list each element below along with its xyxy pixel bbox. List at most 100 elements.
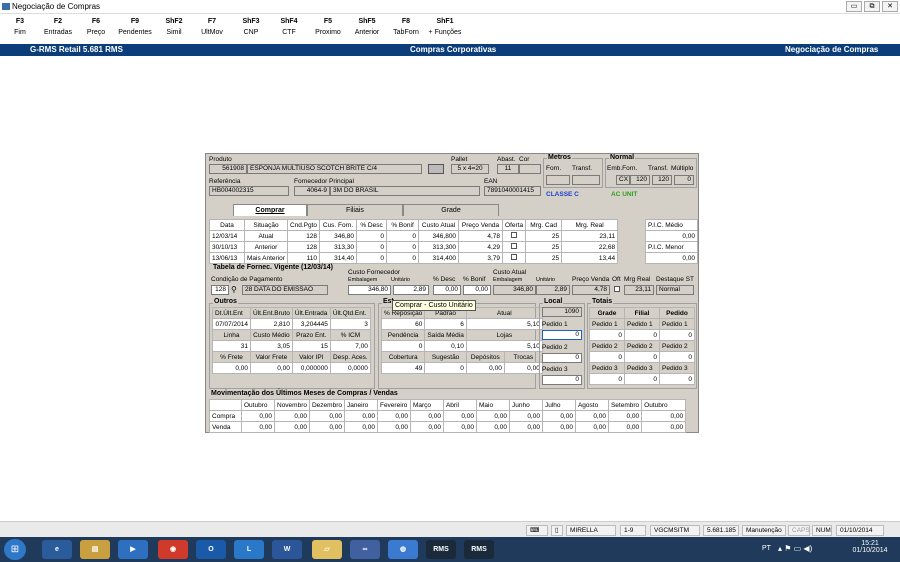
fornecedor-codigo[interactable]: 4064-9 [294,186,330,196]
cond-field[interactable]: 128 [211,285,229,295]
emb-un[interactable]: CX [616,175,630,185]
fkey-pendentes[interactable]: F9 Pendentes [115,16,155,38]
venda-row: Venda 0,00 0,00 0,00 0,00 0,00 0,00 0,00 0,00 0,… [209,421,687,433]
local-pedido2-input[interactable]: 0 [542,353,582,363]
outlook-icon[interactable]: O [196,540,226,559]
table-row[interactable]: 30/10/13 Anterior 128 313,30 0 0 313,300 4,29 25… [209,241,619,253]
chrome-icon[interactable]: ◉ [158,540,188,559]
fkey-fim[interactable]: F3 Fim [0,16,40,38]
truck-icon[interactable] [428,164,444,174]
tray-icons[interactable]: ▴ ⚑ ▭ ◀) [778,544,812,553]
mrg-real-field[interactable]: 23,11 [624,285,654,295]
oferta-checkbox-cell[interactable] [502,230,527,242]
pallet-field[interactable]: 5 x 4=20 [451,164,489,174]
oferta-checkbox[interactable] [511,243,518,249]
cond-label: Condição de Pagamento [211,276,283,283]
bonif-field[interactable]: 0,00 [463,285,491,295]
cond-desc[interactable]: 28 DATA DO EMISSAO [242,285,328,295]
cell: Custo Médio [250,329,293,341]
app-icon-globe[interactable]: ◍ [388,540,418,559]
table-row[interactable]: 13/06/13 Mais Anterior 110 314,40 0 0 314,400 3… [209,252,619,264]
metros-transf-field[interactable] [572,175,600,185]
rms-app-1[interactable]: RMS [426,540,456,559]
minimize-button[interactable]: ▭ [846,1,862,12]
local-pedido1-input[interactable]: 0 [542,330,582,340]
metros-forn-field[interactable] [546,175,570,185]
maximize-button[interactable]: ⧉ [864,1,880,12]
cell: 60 [380,318,426,330]
cell: 0,00 [308,410,345,422]
app-icon-infinity[interactable]: ∞ [350,540,380,559]
folder-icon[interactable]: ▱ [312,540,342,559]
oferta-checkbox-cell[interactable] [502,241,527,253]
preco-venda-field[interactable]: 4,78 [572,285,610,295]
cell: Fevereiro [376,399,411,411]
clock[interactable]: 15:21 01/10/2014 [850,540,890,554]
custo-atual-unit[interactable]: 2,89 [536,285,570,295]
word-icon[interactable]: W [272,540,302,559]
fkey-preco[interactable]: F6 Preço [76,16,116,38]
emb-forn-field[interactable]: 120 [630,175,650,185]
custo-atual-emb[interactable]: 346,80 [493,285,536,295]
cell: 0,00 [409,410,444,422]
media-icon[interactable]: ▶ [118,540,148,559]
cell: Sugestão [424,351,467,363]
start-button[interactable]: ⊞ [4,539,26,560]
fkey-anterior[interactable]: ShF5 Anterior [347,16,387,38]
fkey-mais-funcoes[interactable]: ShF1 + Funções [425,16,465,38]
oferta-checkbox-cell[interactable] [502,252,527,264]
oferta-checkbox[interactable] [511,232,518,238]
fkey-ultmov[interactable]: F7 UltMov [192,16,232,38]
oferta-checkbox[interactable] [511,254,518,260]
produto-descricao[interactable]: ESPONJA MULTIUSO SCOTCH BRITE C/4 [247,164,422,174]
abast-field[interactable]: 11 [497,164,519,174]
fkey-entradas[interactable]: F2 Entradas [38,16,78,38]
cell: 313,30 [319,241,358,253]
ean-field[interactable]: 7891040001415 [484,186,541,196]
produto-codigo[interactable]: 561908 [209,164,247,174]
tab-grade[interactable]: Grade [403,204,499,216]
col-cus-forn: Cus. Forn. [319,219,358,231]
table-row[interactable]: 12/03/14 Atual 128 346,80 0 0 346,800 4,78 25 23,… [209,230,619,242]
close-button[interactable]: ✕ [882,1,898,12]
cell: Atual [465,307,543,319]
lang-indicator[interactable]: PT [762,545,771,552]
local-pedido3-input[interactable]: 0 [542,375,582,385]
fornecedor-nome[interactable]: 3M DO BRASIL [330,186,480,196]
explorer-icon[interactable]: ▤ [80,540,110,559]
fkey-cnp[interactable]: ShF3 CNP [231,16,271,38]
lync-icon[interactable]: L [234,540,264,559]
cell: 0,00 [274,421,310,433]
binoculars-icon[interactable]: ⚲ [231,285,241,295]
fkey-proximo[interactable]: F5 Proximo [308,16,348,38]
cell: 25 [525,252,563,264]
col-cnd-pgto: Cnd.Pgto [286,219,321,231]
cell: Lojas [465,329,543,341]
cell: Atual [244,230,288,242]
cor-field[interactable] [519,164,541,174]
fkey-tabforn[interactable]: F8 TabForn [386,16,426,38]
multiplo-field[interactable]: 0 [674,175,694,185]
tab-filiais[interactable]: Filiais [307,204,403,216]
referencia-field[interactable]: HB004002315 [209,186,289,196]
desc-label: % Desc [433,276,456,283]
local-loja[interactable]: 1090 [542,307,582,317]
desc-field[interactable]: 0,00 [433,285,461,295]
custo-forn-emb[interactable]: 346,80 [348,285,391,295]
cell: 13/06/13 [209,252,245,264]
cell: Maio [475,399,510,411]
metros-title: Metros [547,154,572,161]
fkey-ctf[interactable]: ShF4 CTF [269,16,309,38]
cell: 313,300 [418,241,460,253]
fkey-simil[interactable]: ShF2 Simil [154,16,194,38]
ie-icon[interactable]: e [42,540,72,559]
custo-forn-unit[interactable]: 2,89 [393,285,429,295]
oft-checkbox[interactable] [614,286,620,292]
transf-field[interactable]: 120 [652,175,672,185]
cell: 0,00 [274,410,310,422]
cell: Janeiro [343,399,378,411]
cell: 346,80 [319,230,358,242]
destaque-field[interactable]: Normal [656,285,694,295]
tab-comprar[interactable]: Comprar [233,204,307,216]
rms-app-2[interactable]: RMS [464,540,494,559]
